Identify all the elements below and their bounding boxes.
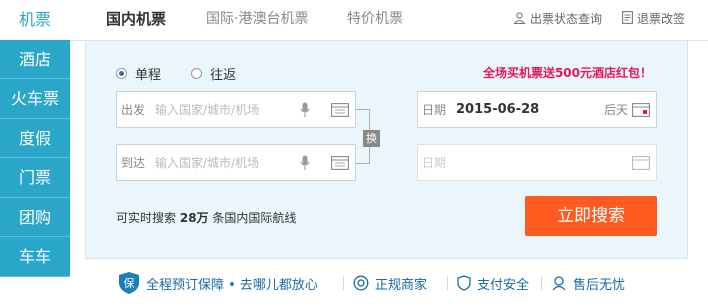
tab-international-flights[interactable]: 国际·港澳台机票 (206, 0, 308, 41)
document-icon (622, 1, 633, 39)
side-nav: 机票 酒店 火车票 度假 门票 团购 车车 (0, 0, 70, 306)
shield-icon (457, 275, 471, 291)
from-label: 出发 (121, 103, 146, 117)
to-label: 到达 (121, 156, 146, 170)
guarantee-after-sales[interactable]: 售后无忧 (551, 259, 625, 306)
guarantee-secure-payment-label: 支付安全 (477, 277, 530, 293)
sidenav-item-trains[interactable]: 火车票 (0, 79, 70, 119)
ticket-status-link[interactable]: 出票状态查询 (513, 0, 602, 38)
roundtrip-label: 往返 (210, 68, 237, 83)
search-button[interactable]: 立即搜索 (525, 196, 657, 236)
sidenav-item-flights[interactable]: 机票 (0, 0, 70, 40)
roundtrip-radio[interactable]: 往返 (191, 64, 236, 83)
guarantee-after-sales-label: 售后无忧 (573, 277, 626, 293)
depart-date-label: 日期 (422, 103, 447, 117)
refund-change-link[interactable]: 退票改签 (622, 0, 685, 38)
return-date-field[interactable]: 日期 (417, 144, 657, 181)
support-icon (551, 275, 567, 291)
guarantee-strip: 保 全程预订保障 • 去哪儿都放心 正规商家 支付安全 售后无忧 (85, 258, 688, 306)
refund-change-label: 退票改签 (637, 12, 686, 26)
city-list-icon[interactable] (331, 155, 349, 170)
depart-date-field[interactable]: 日期 2015-06-28 后天 (417, 91, 657, 128)
oneway-label: 单程 (135, 68, 162, 83)
radio-checked-icon (116, 68, 127, 79)
divider (447, 276, 448, 290)
route-count-suffix: 条国内国际航线 (212, 211, 297, 225)
tab-bar: 国内机票 国际·港澳台机票 特价机票 出票状态查询 退票改签 (70, 0, 708, 41)
flight-search-panel: 单程 往返 全场买机票送500元酒店红包！ 出发 输入国家/城市/机场 到达 输… (85, 41, 688, 258)
guarantee-secure-payment[interactable]: 支付安全 (457, 259, 529, 306)
to-city-field[interactable]: 到达 输入国家/城市/机场 (116, 144, 356, 181)
badge-icon (353, 275, 369, 291)
divider (541, 276, 542, 290)
radio-unchecked-icon (191, 68, 203, 79)
depart-day-label: 后天 (603, 103, 628, 117)
calendar-icon[interactable] (632, 102, 650, 117)
tab-domestic-flights[interactable]: 国内机票 (106, 0, 166, 41)
from-city-field[interactable]: 出发 输入国家/城市/机场 (116, 91, 356, 128)
from-placeholder: 输入国家/城市/机场 (155, 103, 260, 117)
route-count-number: 28万 (179, 211, 209, 225)
return-date-label: 日期 (422, 156, 447, 170)
ticket-status-label: 出票状态查询 (530, 12, 603, 26)
sidenav-item-tickets[interactable]: 门票 (0, 158, 70, 198)
route-count-prefix: 可实时搜索 (116, 211, 177, 225)
to-placeholder: 输入国家/城市/机场 (155, 156, 260, 170)
guarantee-full-protection[interactable]: 保 全程预订保障 • 去哪儿都放心 (118, 259, 318, 306)
sidenav-item-groupbuy[interactable]: 团购 (0, 197, 70, 237)
microphone-icon[interactable] (295, 155, 315, 171)
shield-bao-icon: 保 (118, 271, 140, 295)
microphone-icon[interactable] (295, 102, 315, 118)
sidenav-item-cars[interactable]: 车车 (0, 237, 70, 277)
calendar-icon[interactable] (632, 155, 650, 170)
swap-cities-button[interactable]: 换 (363, 130, 380, 147)
city-list-icon[interactable] (331, 102, 349, 117)
sidenav-item-hotels[interactable]: 酒店 (0, 39, 70, 79)
tab-special-flights[interactable]: 特价机票 (347, 0, 403, 41)
trip-type-selector: 单程 往返 (116, 64, 262, 83)
guarantee-full-protection-label: 全程预订保障 • 去哪儿都放心 (146, 277, 318, 293)
user-icon (513, 1, 526, 39)
oneway-radio[interactable]: 单程 (116, 64, 161, 83)
guarantee-licensed-merchants[interactable]: 正规商家 (353, 259, 427, 306)
divider (343, 276, 344, 290)
sidenav-item-vacation[interactable]: 度假 (0, 118, 70, 158)
route-count-text: 可实时搜索 28万 条国内国际航线 (116, 209, 296, 226)
svg-text:保: 保 (124, 276, 135, 290)
promo-link[interactable]: 全场买机票送500元酒店红包！ (483, 64, 652, 81)
depart-date-value: 2015-06-28 (456, 102, 540, 117)
guarantee-licensed-merchants-label: 正规商家 (375, 277, 428, 293)
